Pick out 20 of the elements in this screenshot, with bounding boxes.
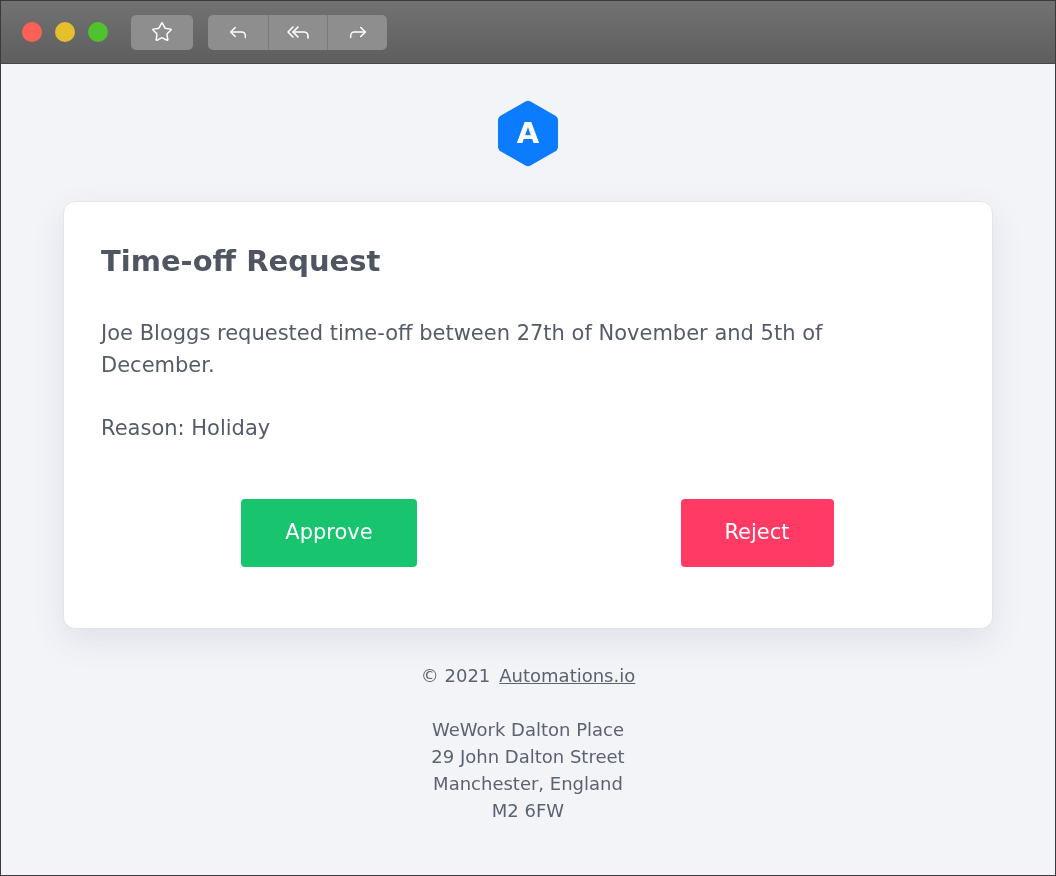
approve-button[interactable]: Approve — [241, 499, 417, 567]
address-line: M2 6FW — [491, 799, 565, 823]
hexagon-logo-icon — [498, 100, 558, 167]
address-line: Manchester, England — [433, 772, 623, 796]
address-line: WeWork Dalton Place — [431, 718, 625, 742]
reply-button[interactable] — [208, 14, 268, 50]
reply-all-button[interactable] — [268, 14, 327, 50]
minimize-button[interactable] — [55, 22, 75, 42]
forward-button[interactable] — [327, 14, 387, 50]
star-button[interactable] — [131, 14, 193, 50]
zoom-button[interactable] — [88, 22, 108, 42]
reason-text: Reason: Holiday — [101, 415, 271, 442]
copyright-text: © 2021 — [420, 664, 491, 688]
reject-button[interactable]: Reject — [680, 499, 834, 567]
logo-letter: A — [516, 116, 540, 150]
website-link[interactable]: Automations.io — [499, 663, 636, 689]
card-title: Time-off Request — [101, 243, 381, 280]
star-icon — [151, 21, 173, 43]
address-line: 29 John Dalton Street — [431, 745, 625, 769]
request-message: Joe Bloggs requested time-off between 27th of November and 5th of December. — [101, 320, 824, 379]
